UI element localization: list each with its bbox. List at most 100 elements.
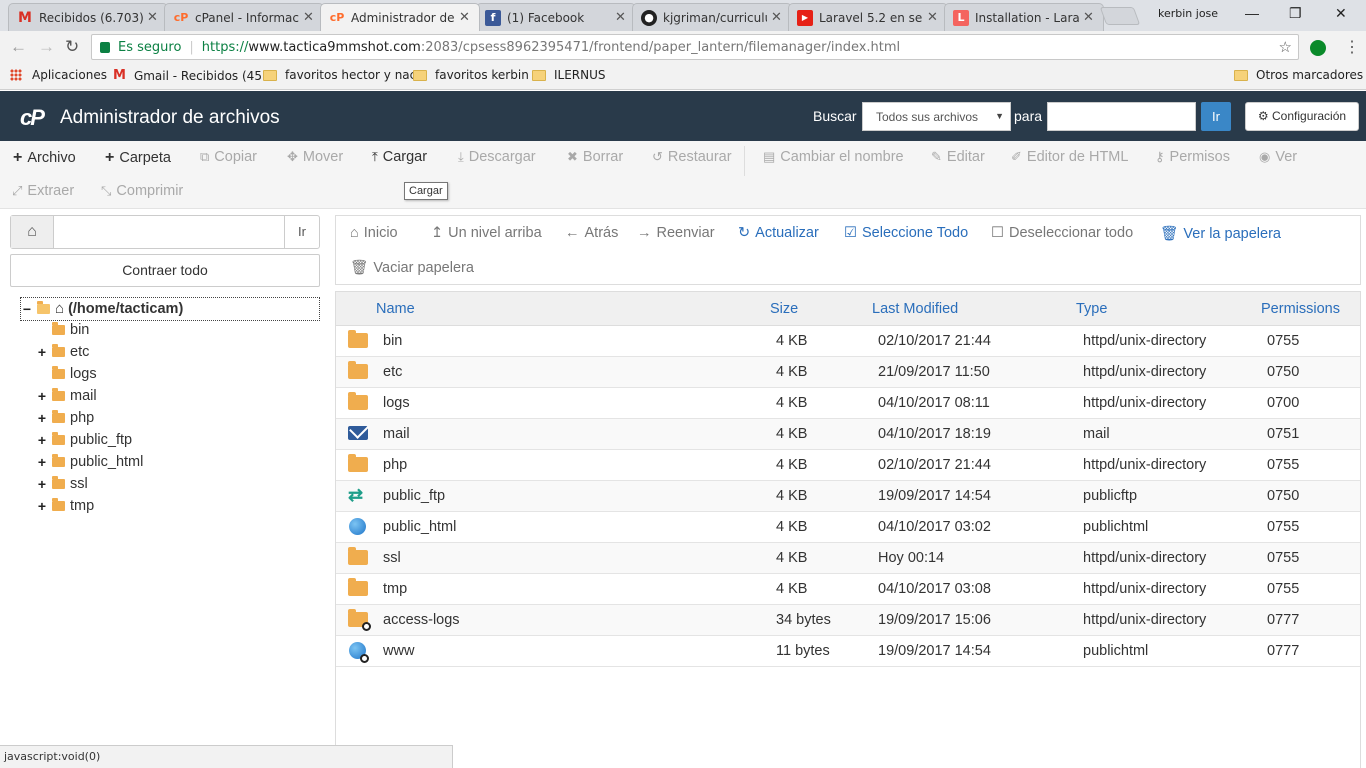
column-type[interactable]: Type — [1076, 301, 1107, 317]
rename-button[interactable]: ▤ Cambiar el nombre — [763, 149, 904, 165]
tree-item-public-ftp[interactable]: + public_ftp — [37, 432, 132, 448]
new-tab-button[interactable] — [1099, 7, 1141, 25]
permissions-button[interactable]: ⚷ Permisos — [1155, 149, 1230, 165]
tree-go-button[interactable]: Ir — [284, 216, 319, 248]
expand-icon[interactable]: + — [37, 432, 47, 448]
compress-button[interactable]: ⤡ Comprimir — [101, 183, 183, 199]
search-scope-select[interactable]: Todos sus archivos ▼ — [862, 102, 1011, 131]
browser-tab[interactable]: L Installation - Lara ✕ — [944, 3, 1104, 31]
empty-trash-button[interactable]: 🗑 Vaciar papelera — [350, 259, 474, 277]
bookmark-folder[interactable]: favoritos hector y nac — [263, 68, 416, 82]
settings-button[interactable]: ⚙ Configuración — [1245, 102, 1359, 131]
edit-button[interactable]: ✎ Editar — [931, 149, 985, 165]
browser-tab[interactable]: f (1) Facebook ✕ — [476, 3, 636, 31]
collapse-all-button[interactable]: Contraer todo — [10, 254, 320, 287]
tree-item-php[interactable]: + php — [37, 410, 94, 426]
deselect-all-button[interactable]: ☐ Deseleccionar todo — [991, 225, 1133, 241]
bookmark-folder[interactable]: favoritos kerbin — [413, 68, 529, 82]
close-icon[interactable]: ✕ — [1083, 10, 1095, 25]
table-row[interactable]: logs 4 KB 04/10/2017 08:11 httpd/unix-direc… — [336, 388, 1360, 419]
expand-icon[interactable]: + — [37, 388, 47, 404]
bookmark-other[interactable]: Otros marcadores — [1234, 68, 1363, 82]
table-row[interactable]: access-logs 34 bytes 19/09/2017 15:06 httpd… — [336, 605, 1360, 636]
refresh-button[interactable]: ↻ Actualizar — [738, 225, 819, 241]
html-editor-button[interactable]: ✐ Editor de HTML — [1011, 149, 1128, 165]
table-row[interactable]: ⇄ public_ftp 4 KB 19/09/2017 14:54 publicftp… — [336, 481, 1360, 512]
table-row[interactable]: www 11 bytes 19/09/2017 14:54 publichtml 077… — [336, 636, 1360, 667]
tree-item-ssl[interactable]: + ssl — [37, 476, 88, 492]
restore-icon[interactable]: ❐ — [1289, 5, 1302, 22]
browser-tab[interactable]: ● kjgriman/curriculu ✕ — [632, 3, 792, 31]
cell-name[interactable]: www — [383, 643, 414, 659]
table-row[interactable]: tmp 4 KB 04/10/2017 03:08 httpd/unix-direct… — [336, 574, 1360, 605]
close-icon[interactable]: ✕ — [927, 10, 939, 25]
column-modified[interactable]: Last Modified — [872, 301, 958, 317]
tree-root[interactable]: − ⌂ (/home/tacticam) — [22, 300, 183, 317]
view-button[interactable]: ◉ Ver — [1259, 149, 1297, 165]
close-window-icon[interactable]: ✕ — [1335, 5, 1347, 22]
upload-button[interactable]: ⤒ Cargar — [372, 149, 427, 165]
home-icon[interactable]: ⌂ — [11, 216, 54, 248]
cell-name[interactable]: ssl — [383, 550, 401, 566]
bookmark-star-icon[interactable]: ☆ — [1279, 38, 1292, 56]
close-icon[interactable]: ✕ — [771, 10, 783, 25]
profile-name[interactable]: kerbin jose — [1158, 7, 1218, 20]
back-button[interactable]: ← Atrás — [565, 225, 618, 241]
table-row[interactable]: mail 4 KB 04/10/2017 18:19 mail 0751 — [336, 419, 1360, 450]
new-file-button[interactable]: + Archivo — [13, 149, 76, 167]
cell-name[interactable]: php — [383, 457, 407, 473]
address-bar[interactable]: Es seguro | https://www.tactica9mmshot.c… — [91, 34, 1299, 60]
close-icon[interactable]: ✕ — [303, 10, 315, 25]
bookmark-gmail[interactable]: M Gmail - Recibidos (45 — [113, 68, 262, 83]
restore-button[interactable]: ↺ Restaurar — [652, 149, 732, 165]
cell-name[interactable]: access-logs — [383, 612, 460, 628]
bookmark-folder[interactable]: ILERNUS — [532, 68, 606, 82]
view-trash-button[interactable]: 🗑 Ver la papelera — [1160, 225, 1281, 243]
column-name[interactable]: Name — [376, 301, 415, 317]
cell-name[interactable]: mail — [383, 426, 410, 442]
minimize-icon[interactable]: — — [1245, 5, 1259, 21]
delete-button[interactable]: ✖ Borrar — [567, 149, 623, 165]
bookmark-apps[interactable]: Aplicaciones — [10, 68, 107, 82]
reload-icon[interactable]: ↻ — [65, 37, 79, 57]
cell-name[interactable]: etc — [383, 364, 402, 380]
close-icon[interactable]: ✕ — [147, 10, 159, 25]
browser-tab[interactable]: ▶ Laravel 5.2 en ser ✕ — [788, 3, 948, 31]
cell-name[interactable]: bin — [383, 333, 402, 349]
collapse-icon[interactable]: − — [22, 301, 32, 317]
tree-item-mail[interactable]: + mail — [37, 388, 97, 404]
close-icon[interactable]: ✕ — [459, 10, 471, 25]
cell-name[interactable]: tmp — [383, 581, 407, 597]
forward-button[interactable]: → Reenviar — [637, 225, 715, 241]
move-button[interactable]: ✥ Mover — [287, 149, 343, 165]
close-icon[interactable]: ✕ — [615, 10, 627, 25]
table-row[interactable]: ssl 4 KB Hoy 00:14 httpd/unix-directory 0755 — [336, 543, 1360, 574]
tree-item-tmp[interactable]: + tmp — [37, 498, 94, 514]
expand-icon[interactable]: + — [37, 498, 47, 514]
cell-name[interactable]: public_ftp — [383, 488, 445, 504]
extract-button[interactable]: ⤢ Extraer — [12, 183, 74, 199]
expand-icon[interactable]: + — [37, 476, 47, 492]
tree-item-bin[interactable]: bin — [37, 322, 89, 338]
tree-item-public-html[interactable]: + public_html — [37, 454, 143, 470]
table-row[interactable]: php 4 KB 02/10/2017 21:44 httpd/unix-direct… — [336, 450, 1360, 481]
column-size[interactable]: Size — [770, 301, 798, 317]
browser-tab[interactable]: M Recibidos (6.703) ✕ — [8, 3, 168, 31]
home-nav-button[interactable]: ⌂ Inicio — [350, 225, 398, 241]
menu-icon[interactable]: ⋮ — [1344, 37, 1360, 57]
download-button[interactable]: ⤓ Descargar — [458, 149, 536, 165]
cell-name[interactable]: public_html — [383, 519, 456, 535]
table-row[interactable]: bin 4 KB 02/10/2017 21:44 httpd/unix-direct… — [336, 326, 1360, 357]
up-level-button[interactable]: ↥ Un nivel arriba — [431, 225, 542, 241]
tree-item-etc[interactable]: + etc — [37, 344, 89, 360]
copy-button[interactable]: ⧉ Copiar — [200, 149, 257, 165]
expand-icon[interactable]: + — [37, 454, 47, 470]
column-permissions[interactable]: Permissions — [1261, 301, 1340, 317]
select-all-button[interactable]: ☑ Seleccione Todo — [844, 225, 968, 241]
extension-icon[interactable] — [1310, 40, 1326, 56]
table-row[interactable]: etc 4 KB 21/09/2017 11:50 httpd/unix-direct… — [336, 357, 1360, 388]
browser-tab-active[interactable]: cP Administrador de ✕ — [320, 3, 480, 31]
expand-icon[interactable]: + — [37, 344, 47, 360]
expand-icon[interactable]: + — [37, 410, 47, 426]
back-icon[interactable]: ← — [10, 37, 27, 57]
